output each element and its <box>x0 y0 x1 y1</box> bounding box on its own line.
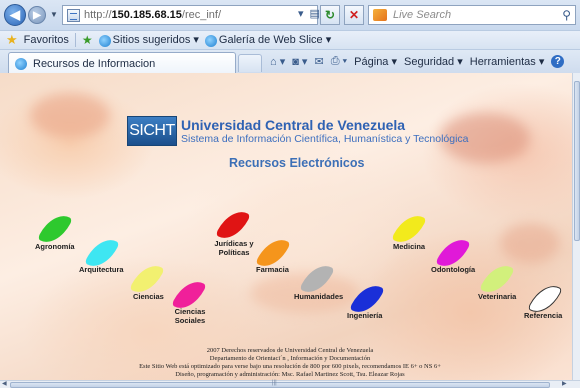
search-icon[interactable]: ⚲ <box>562 8 571 22</box>
refresh-button[interactable]: ↻ <box>320 5 340 25</box>
divider <box>74 33 76 47</box>
help-icon[interactable]: ? <box>551 55 565 68</box>
forward-button[interactable]: ▶ <box>28 6 46 24</box>
background-blot <box>30 93 110 138</box>
tab-recursos[interactable]: Recursos de Informacion <box>8 52 236 74</box>
live-search-icon <box>373 9 387 21</box>
print-icon[interactable]: ⎙ ▾ <box>331 55 347 68</box>
stop-button[interactable]: ✕ <box>344 5 364 25</box>
vertical-scroll-thumb[interactable] <box>574 81 580 241</box>
mail-icon[interactable]: ✉ <box>314 55 323 68</box>
address-input[interactable]: http://150.185.68.15/rec_inf/ <box>62 5 318 25</box>
page-menu[interactable]: Página ▾ <box>354 55 397 68</box>
fav-link-suggested-sites[interactable]: Sitios sugeridos ▾ <box>98 33 199 47</box>
section-title: Recursos Electrónicos <box>229 156 365 170</box>
university-title: Universidad Central de Venezuela <box>181 117 406 133</box>
category-link-medicina[interactable]: Medicina <box>393 242 425 251</box>
horizontal-scroll-thumb[interactable] <box>10 382 550 388</box>
url-text[interactable]: http://150.185.68.15/rec_inf/ <box>84 9 221 21</box>
history-dropdown-icon[interactable]: ▼ <box>50 10 58 19</box>
ie-icon <box>98 34 111 47</box>
scroll-right-icon[interactable]: ▶ <box>562 380 567 387</box>
scroll-grip-icon: ||| <box>272 380 277 386</box>
home-icon[interactable]: ⌂ ▾ <box>270 55 285 68</box>
security-menu[interactable]: Seguridad ▾ <box>404 55 463 68</box>
category-link-juridicas[interactable]: Jurídicas y Políticas <box>206 239 262 257</box>
command-bar: Recursos de Informacion ⌂ ▾ ◙ ▾ ✉ ⎙ ▾ Pá… <box>0 49 580 74</box>
system-subtitle: Sistema de Información Científica, Human… <box>181 133 469 145</box>
vertical-scrollbar[interactable] <box>572 73 580 380</box>
category-link-ciencias[interactable]: Ciencias <box>133 292 164 301</box>
favorites-button[interactable]: Favoritos <box>24 34 69 46</box>
category-link-farmacia[interactable]: Farmacia <box>256 265 289 274</box>
url-dropdown-icon[interactable]: ▾ <box>298 7 304 20</box>
category-link-arquitectura[interactable]: Arquitectura <box>79 265 124 274</box>
category-link-humanidades[interactable]: Humanidades <box>294 292 343 301</box>
ie-icon <box>204 34 217 47</box>
footer-department: Departamento de Orientaci´n , Informació… <box>209 355 371 362</box>
sicht-logo: SICHT <box>127 116 177 146</box>
footer-copyright: 2007 Derechos reservados de Universidad … <box>206 347 374 354</box>
new-tab-button[interactable] <box>238 54 262 72</box>
add-favorite-icon[interactable]: ★ <box>82 33 93 47</box>
category-link-veterinaria[interactable]: Veterinaria <box>478 292 516 301</box>
page-footer: 2007 Derechos reservados de Universidad … <box>0 347 580 379</box>
category-link-ingenieria[interactable]: Ingeniería <box>347 311 382 320</box>
favorites-bar: ★ Favoritos ★ Sitios sugeridos ▾ Galería… <box>0 30 580 49</box>
search-placeholder: Live Search <box>393 9 452 21</box>
category-link-ciencias-sociales[interactable]: Ciencias Sociales <box>172 307 208 325</box>
feeds-icon[interactable]: ◙ ▾ <box>292 55 307 68</box>
compatibility-view-icon[interactable]: ▤ <box>310 7 320 20</box>
horizontal-scrollbar[interactable]: ◀ ||| ▶ <box>0 380 580 388</box>
back-button[interactable]: ◀ <box>4 4 26 26</box>
category-link-agronomia[interactable]: Agronomía <box>35 242 75 251</box>
tools-menu[interactable]: Herramientas ▾ <box>470 55 545 68</box>
address-bar-row: ◀ ▶ ▼ http://150.185.68.15/rec_inf/ ▾ ▤ … <box>0 0 580 30</box>
search-input[interactable]: Live Search ⚲ <box>368 5 576 25</box>
background-blot <box>500 223 560 263</box>
category-link-odontologia[interactable]: Odontología <box>431 265 475 274</box>
footer-credits: Diseño, programación y administración: M… <box>175 371 405 378</box>
scroll-left-icon[interactable]: ◀ <box>2 380 7 387</box>
footer-resolution-note: Este Sitio Web está optimizado para vers… <box>139 363 441 370</box>
favorites-star-icon[interactable]: ★ <box>6 32 18 48</box>
ie-tab-icon <box>15 57 27 70</box>
category-link-referencia[interactable]: Referencia <box>524 311 562 320</box>
tab-title: Recursos de Informacion <box>33 57 156 70</box>
page-icon <box>67 8 80 22</box>
fav-link-web-slice-gallery[interactable]: Galería de Web Slice ▾ <box>204 33 331 47</box>
